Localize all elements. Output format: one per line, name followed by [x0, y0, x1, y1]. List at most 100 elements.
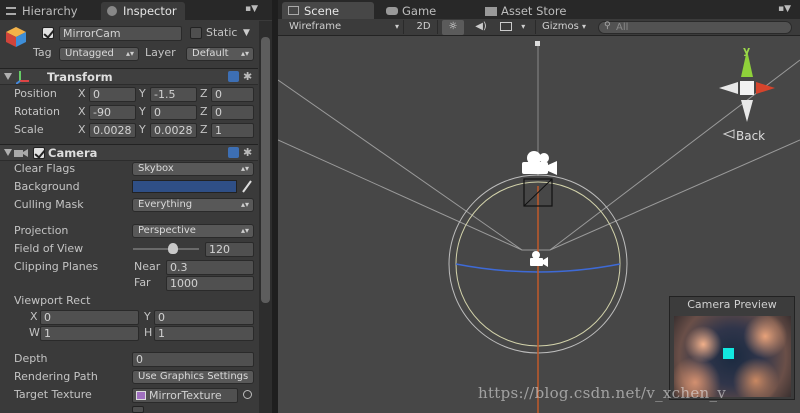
gizmo-z-cone[interactable] [719, 82, 738, 94]
viewport-y-label[interactable]: Y [144, 310, 151, 323]
render-texture-icon [136, 391, 146, 400]
inspector-scrollbar-thumb[interactable] [261, 37, 270, 303]
tag-dropdown[interactable]: Untagged ▴▾ [59, 47, 139, 61]
fov-value-field[interactable]: 120 [205, 242, 254, 257]
scene-search-field[interactable]: ⚲ All [598, 21, 792, 34]
fov-slider-track[interactable] [133, 248, 199, 250]
dropdown-arrow-icon: ▴▾ [240, 200, 249, 209]
viewport-h-label[interactable]: H [144, 326, 152, 339]
depth-field[interactable]: 0 [132, 352, 254, 367]
panel-menu-icon[interactable]: ▪▼ [778, 5, 791, 14]
preview-cube [723, 348, 734, 359]
viewport-x-label[interactable]: X [30, 310, 38, 323]
camera-enabled-checkbox[interactable] [33, 147, 45, 159]
gear-icon[interactable]: ✱ [243, 70, 252, 83]
viewport-w-label[interactable]: W [29, 326, 40, 339]
static-dropdown-arrow-icon[interactable]: ▼ [243, 28, 250, 38]
viewport-w-field[interactable]: 1 [40, 326, 139, 341]
static-checkbox[interactable] [190, 27, 202, 39]
tab-hierarchy-label: Hierarchy [22, 4, 78, 18]
gizmo-neg-y-cone[interactable] [741, 100, 753, 122]
active-checkbox[interactable] [42, 27, 54, 39]
tab-asset-store[interactable]: Asset Store [479, 2, 589, 20]
camera-gizmo-icon[interactable] [522, 151, 557, 175]
projection-dropdown[interactable]: Perspective ▴▾ [132, 224, 254, 238]
scene-search-placeholder: All [616, 22, 629, 33]
position-z-field[interactable]: 0 [211, 87, 254, 102]
collapse-triangle-icon[interactable] [4, 73, 12, 80]
position-y-label[interactable]: Y [139, 87, 146, 100]
collapse-triangle-icon[interactable] [4, 149, 12, 156]
audio-toggle[interactable]: ◀) [470, 20, 492, 34]
help-icon[interactable] [228, 71, 239, 82]
scale-y-label[interactable]: Y [139, 123, 146, 136]
tab-game[interactable]: Game [380, 2, 470, 20]
tab-hierarchy[interactable]: Hierarchy [0, 2, 96, 20]
viewport-y-field[interactable]: 0 [154, 310, 254, 325]
far-field[interactable]: 1000 [166, 276, 254, 291]
rendering-path-label: Rendering Path [14, 370, 98, 383]
gizmos-dropdown[interactable]: Gizmos ▾ [535, 20, 591, 34]
shading-mode-dropdown[interactable]: Wireframe ▾ [278, 20, 404, 34]
eyedropper-icon[interactable] [241, 179, 253, 193]
scale-z-label[interactable]: Z [200, 123, 208, 136]
tab-asset-store-label: Asset Store [501, 4, 567, 18]
rotation-x-label[interactable]: X [78, 105, 86, 118]
rotation-x-field[interactable]: -90 [89, 105, 136, 120]
scale-x-field[interactable]: 0.0028 [89, 123, 136, 138]
target-texture-field[interactable]: MirrorTexture [132, 388, 238, 403]
rendering-path-dropdown[interactable]: Use Graphics Settings [132, 370, 254, 384]
camera-preview-title: Camera Preview [687, 298, 777, 311]
scale-z-field[interactable]: 1 [211, 123, 254, 138]
rotation-y-label[interactable]: Y [139, 105, 146, 118]
tab-inspector[interactable]: Inspector [101, 2, 185, 20]
culling-mask-value: Everything [138, 199, 193, 210]
small-camera-icon[interactable] [530, 251, 548, 267]
background-color-swatch[interactable] [132, 180, 237, 193]
gizmo-x-cone[interactable] [756, 82, 775, 94]
projection-value: Perspective [138, 225, 196, 236]
depth-label: Depth [14, 352, 48, 365]
viewport-x-field[interactable]: 0 [40, 310, 139, 325]
object-name-field[interactable]: MirrorCam [59, 26, 182, 41]
scale-x-label[interactable]: X [78, 123, 86, 136]
camera-header[interactable]: Camera ✱ [0, 144, 258, 161]
clipping-planes-label: Clipping Planes [14, 260, 99, 273]
transform-header[interactable]: Transform ✱ [0, 68, 258, 85]
near-field[interactable]: 0.3 [166, 260, 254, 275]
tab-scene[interactable]: Scene [282, 2, 374, 20]
viewport-h-field[interactable]: 1 [154, 326, 254, 341]
position-x-field[interactable]: 0 [89, 87, 136, 102]
lighting-toggle[interactable]: ☼ [442, 20, 464, 35]
culling-mask-dropdown[interactable]: Everything ▴▾ [132, 198, 254, 212]
dropdown-arrow-icon: ▴▾ [240, 164, 249, 173]
clear-flags-dropdown[interactable]: Skybox ▴▾ [132, 162, 254, 176]
position-y-field[interactable]: -1.5 [150, 87, 197, 102]
fov-slider-thumb[interactable] [167, 243, 178, 254]
panel-menu-icon[interactable]: ▪▼ [245, 5, 258, 14]
effects-dropdown[interactable]: ▾ [496, 20, 530, 34]
rotation-z-field[interactable]: 0 [211, 105, 254, 120]
scale-y-field[interactable]: 0.0028 [150, 123, 197, 138]
dropdown-arrow-icon: ▾ [581, 22, 586, 31]
gizmo-back-label[interactable]: Back [736, 129, 765, 143]
inspector-scrollbar[interactable] [259, 21, 272, 413]
layer-dropdown[interactable]: Default ▴▾ [186, 47, 254, 61]
next-row-checkbox[interactable] [132, 406, 144, 413]
info-icon [107, 6, 117, 16]
position-z-label[interactable]: Z [200, 87, 208, 100]
tab-game-label: Game [402, 4, 437, 18]
gear-icon[interactable]: ✱ [243, 146, 252, 159]
clear-flags-label: Clear Flags [14, 162, 76, 175]
rotation-y-field[interactable]: 0 [150, 105, 197, 120]
object-picker-icon[interactable] [243, 390, 252, 399]
position-x-label[interactable]: X [78, 87, 86, 100]
rotation-label: Rotation [14, 105, 61, 118]
top-handle[interactable] [535, 41, 540, 46]
shading-mode-value: Wireframe [289, 21, 342, 32]
2d-toggle[interactable]: 2D [410, 20, 438, 34]
gizmo-center-cube[interactable] [740, 81, 754, 95]
rotation-z-label[interactable]: Z [200, 105, 208, 118]
help-icon[interactable] [228, 147, 239, 158]
orientation-gizmo[interactable] [719, 50, 775, 139]
